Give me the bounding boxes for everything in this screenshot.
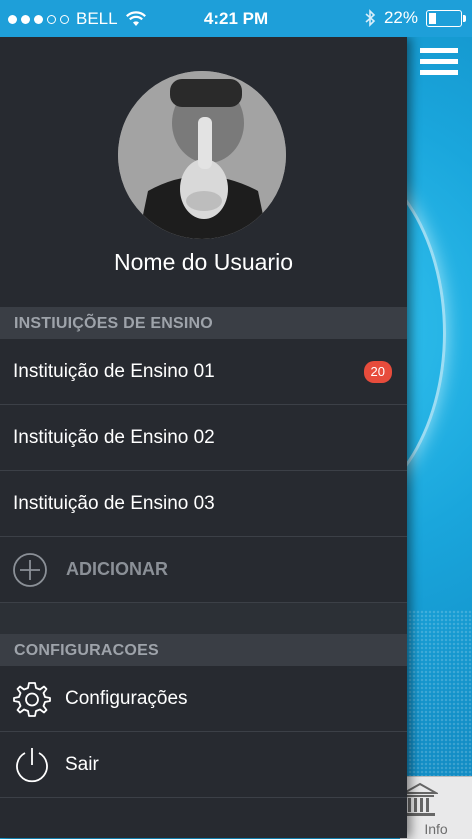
- menu-hamburger-icon[interactable]: [420, 48, 458, 76]
- battery-level-fill: [429, 12, 436, 24]
- notification-badge: 20: [363, 361, 392, 383]
- logout-item[interactable]: Sair: [0, 732, 407, 798]
- user-avatar[interactable]: [118, 71, 286, 239]
- institution-item[interactable]: Instituição de Ensino 03: [0, 471, 407, 537]
- institution-building-icon: [402, 782, 438, 816]
- battery-percent: 22%: [383, 8, 418, 27]
- add-label: ADICIONAR: [66, 559, 168, 579]
- settings-label: Configurações: [65, 687, 188, 709]
- logout-label: Sair: [65, 753, 99, 775]
- section-spacer: [0, 603, 407, 634]
- tab-info-label: Info: [424, 821, 448, 837]
- institution-label: Instituição de Ensino 03: [13, 492, 215, 514]
- status-bar: BELL 4:21 PM 22%: [0, 0, 472, 37]
- bluetooth-icon: [365, 9, 376, 27]
- institution-label: Instituição de Ensino 02: [13, 426, 215, 448]
- plus-circle-icon: [13, 552, 47, 587]
- institution-label: Instituição de Ensino 01: [13, 360, 215, 382]
- settings-item[interactable]: Configurações: [0, 666, 407, 732]
- profile-header: Nome do Usuario: [0, 37, 407, 307]
- power-icon: [16, 747, 48, 782]
- status-right-group: 22%: [364, 8, 466, 28]
- avatar-photo: [118, 71, 286, 239]
- institution-item[interactable]: Instituição de Ensino 02: [0, 405, 407, 471]
- gear-icon: [13, 681, 51, 717]
- side-drawer: Nome do Usuario INSTIUIÇÕES DE ENSINO In…: [0, 37, 407, 838]
- section-header-settings: CONFIGURACOES: [0, 634, 407, 666]
- section-header-institutions: INSTIUIÇÕES DE ENSINO: [0, 307, 407, 339]
- add-institution-button[interactable]: ADICIONAR: [0, 537, 407, 603]
- institution-item[interactable]: Instituição de Ensino 01 20: [0, 339, 407, 405]
- user-name: Nome do Usuario: [114, 249, 293, 275]
- battery-icon: [426, 9, 466, 27]
- background-dot-pattern: [400, 610, 472, 780]
- tab-info[interactable]: Info: [400, 776, 472, 839]
